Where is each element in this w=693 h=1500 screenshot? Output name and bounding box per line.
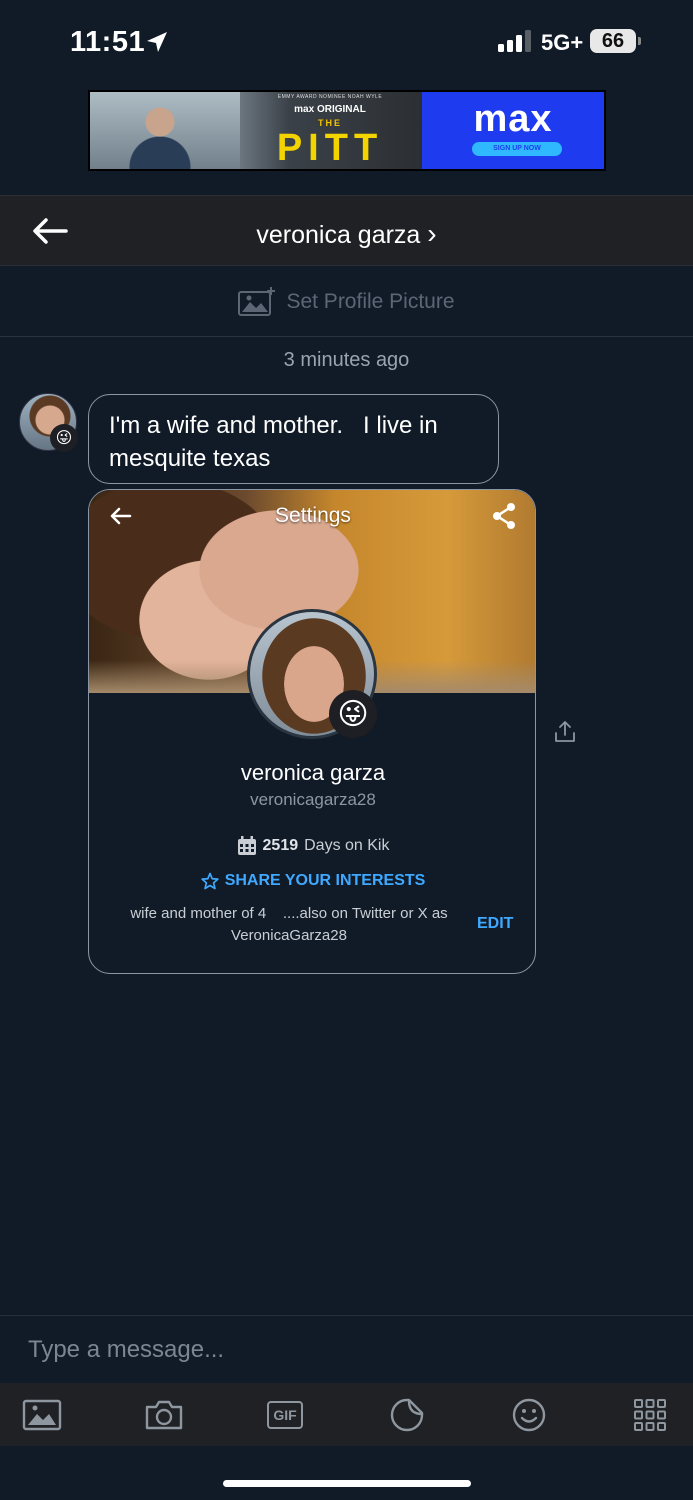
gif-icon: GIF: [267, 1401, 303, 1429]
share-icon[interactable]: [491, 502, 517, 530]
battery-tip: [638, 37, 641, 45]
star-icon: [200, 872, 219, 890]
chat-header: veronica garza ›: [0, 195, 693, 266]
set-profile-picture-label: Set Profile Picture: [286, 289, 455, 313]
status-time: 11:51: [70, 26, 146, 58]
share-interests-button[interactable]: SHARE YOUR INTERESTS: [89, 872, 535, 890]
message-composer: [0, 1315, 693, 1384]
winking-tongue-emoji-icon: 😜: [55, 430, 73, 447]
set-profile-picture-button[interactable]: Set Profile Picture: [0, 267, 693, 337]
apps-button[interactable]: [630, 1395, 670, 1435]
contact-name: veronica garza: [256, 221, 421, 249]
profile-display-name: veronica garza: [240, 760, 386, 785]
forward-share-icon[interactable]: [553, 720, 577, 744]
edit-bio-button[interactable]: EDIT: [477, 915, 513, 933]
home-indicator[interactable]: [223, 1480, 471, 1487]
gif-button[interactable]: GIF: [265, 1395, 305, 1435]
share-interests-label: SHARE YOUR INTERESTS: [224, 872, 426, 889]
profile-emoji-badge: 😜: [329, 690, 377, 738]
attachment-toolbar: GIF: [0, 1383, 693, 1446]
message-timestamp: 3 minutes ago: [283, 349, 410, 371]
profile-username: veronicagarza28: [250, 790, 376, 809]
message-bubble[interactable]: I'm a wife and mother. I live in mesquit…: [88, 394, 499, 484]
add-image-icon: [238, 286, 276, 316]
avatar-emoji-badge: 😜: [50, 424, 78, 452]
emoji-button[interactable]: [509, 1395, 549, 1435]
apps-grid-icon: [634, 1399, 666, 1431]
gallery-button[interactable]: [22, 1395, 62, 1435]
camera-button[interactable]: [144, 1395, 184, 1435]
ad-brand-logo: max: [473, 98, 553, 140]
cellular-signal-icon: [498, 30, 531, 52]
ad-photo: [90, 92, 240, 169]
ad-brand-panel: max SIGN UP NOW: [422, 92, 604, 169]
message-input[interactable]: [0, 1316, 693, 1384]
ad-original-label: max ORIGINAL: [294, 104, 366, 115]
winking-tongue-emoji-icon: 😜: [337, 697, 369, 731]
sticker-button[interactable]: [387, 1395, 427, 1435]
ad-tagline: EMMY AWARD NOMINEE NOAH WYLE: [277, 94, 383, 100]
card-title: Settings: [275, 504, 351, 527]
sticker-icon: [390, 1398, 424, 1432]
profile-card[interactable]: Settings 😜 veronica garza veronicagarza2…: [88, 489, 536, 974]
days-count: 2519: [262, 837, 299, 854]
chevron-right-icon: ›: [427, 218, 437, 249]
ad-banner[interactable]: EMMY AWARD NOMINEE NOAH WYLE max ORIGINA…: [88, 90, 606, 171]
days-label: Days on Kik: [304, 837, 390, 854]
camera-icon: [145, 1400, 183, 1430]
ad-signup-button[interactable]: SIGN UP NOW: [472, 142, 562, 156]
location-arrow-icon: [147, 32, 167, 52]
battery-icon: 66: [590, 29, 636, 53]
calendar-icon: [237, 836, 256, 855]
ad-title: PITT: [276, 127, 384, 169]
days-on-kik: 2519 Days on Kik: [89, 836, 535, 856]
contact-name-button[interactable]: veronica garza ›: [0, 218, 693, 250]
ad-image: EMMY AWARD NOMINEE NOAH WYLE max ORIGINA…: [90, 92, 422, 169]
profile-bio: wife and mother of 4 ....also on Twitter…: [130, 905, 452, 944]
emoji-icon: [512, 1398, 546, 1432]
network-type: 5G+: [541, 30, 584, 55]
status-bar: 11:51 5G+ 66: [0, 0, 693, 84]
gallery-icon: [22, 1399, 62, 1431]
